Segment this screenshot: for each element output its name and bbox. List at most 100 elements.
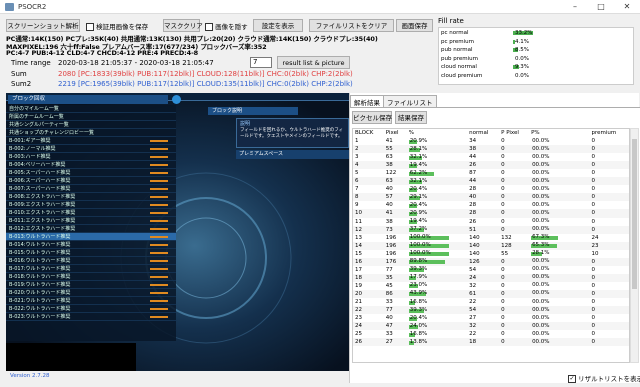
mask-clear-button[interactable]: マスククリア [163,19,203,32]
count-input[interactable]: 7 [250,57,272,68]
results-cell: 32 [467,322,500,331]
results-cell: 00.0% [529,330,589,338]
show-settings-button[interactable]: 設定を表示 [253,19,303,32]
maximize-icon[interactable]: □ [588,0,614,14]
results-row[interactable]: 10 41 20.9% 28 0 00.0% 0 [353,209,629,218]
fill-rate-title: Fill rate [438,17,464,25]
result-save-button[interactable]: 結果保存 [395,111,427,124]
results-row[interactable]: 17 77 39.3% 54 0 00.0% 0 [353,266,629,274]
block-list-item[interactable]: B-023:ウルトラハード推奨 [6,313,176,321]
results-row[interactable]: 1 41 20.9% 34 0 00.0% 0 [353,137,629,145]
block-list-item[interactable]: 共通シングルパーティ一覧 [6,121,176,129]
results-row[interactable]: 25 33 16.8% 22 0 00.0% 0 [353,330,629,338]
block-list-item[interactable]: 自分のマイルーム一覧 [6,105,176,113]
results-row[interactable]: 9 40 20.4% 28 0 00.0% 0 [353,201,629,209]
checkbox-box[interactable] [86,23,94,31]
results-cell: 0 [499,338,530,347]
block-list-item[interactable]: B-008:エクストラハード推奨 [6,193,176,201]
checkbox-box-checked[interactable]: ✓ [568,375,576,383]
percent-value: 37.2% [409,226,428,233]
block-list-item-label: B-015:ウルトラハード推奨 [9,250,71,256]
results-column-header[interactable]: BLOCK [353,129,384,137]
results-column-header[interactable]: premium [589,129,629,137]
results-row[interactable]: 20 86 43.9% 61 0 00.0% 0 [353,289,629,298]
show-result-list-checkbox[interactable]: ✓ リザルトリストを表示 [568,373,640,383]
clear-filelist-button[interactable]: ファイルリストをクリア [309,19,394,32]
block-list-item[interactable]: B-016:ウルトラハード推奨 [6,257,176,265]
results-cell: 54 [469,266,477,273]
results-cell: 00.0% [529,306,590,315]
block-list-item[interactable]: B-015:ウルトラハード推奨 [6,249,176,257]
minimize-icon[interactable]: – [562,0,588,14]
results-row[interactable]: 19 45 23.0% 32 0 00.0% 0 [353,282,629,290]
block-list-item[interactable]: B-021:ウルトラハード推奨 [6,297,176,305]
results-row[interactable]: 7 40 20.4% 28 0 00.0% 0 [353,185,629,193]
results-row[interactable]: 26 27 13.8% 18 0 00.0% 0 [353,338,629,347]
results-cell: 77 [385,266,393,273]
results-row[interactable]: 13 196 100.0% 140 132 67.3% 24 [353,234,629,242]
results-row[interactable]: 12 73 37.2% 51 0 00.0% 0 [353,225,629,234]
block-list-item[interactable]: B-002:ノーマル推奨 [6,145,176,153]
block-list-item[interactable]: B-003:ハード推奨 [6,153,176,161]
block-list-item[interactable]: B-001:ギア一推奨 [6,137,176,145]
results-column-header[interactable]: Pixel [384,129,407,137]
results-cell: 4 [353,161,384,170]
results-column-header[interactable]: % [407,129,467,137]
sum2-label: Sum2 [11,80,32,88]
block-list-item[interactable]: 所属のチームルーム一覧 [6,113,176,121]
fill-rate-name: cloud premium [441,72,483,79]
results-row[interactable]: 11 38 19.4% 26 0 00.0% 0 [353,218,629,226]
results-column-header[interactable]: P Pixel [499,129,529,137]
block-list-item[interactable]: B-011:エクストラハード推奨 [6,217,176,225]
scrollbar-thumb[interactable] [632,139,637,289]
block-list-item[interactable]: B-018:ウルトラハード推奨 [6,273,176,281]
block-list-item[interactable]: B-020:ウルトラハード推奨 [6,289,176,297]
screenshot-analyze-button[interactable]: スクリーンショット解析 [6,19,80,32]
results-row[interactable]: 2 55 28.1% 38 0 00.0% 0 [353,145,629,154]
results-column-header[interactable]: P% [529,129,589,137]
block-list-item[interactable]: B-006:スーパーハード推奨 [6,177,176,185]
results-row[interactable]: 8 57 29.1% 40 0 00.0% 0 [353,193,629,202]
block-list-item[interactable]: B-007:スーパーハード推奨 [6,185,176,193]
block-list-item[interactable]: B-005:スーパーハード推奨 [6,169,176,177]
results-row[interactable]: 16 176 89.8% 126 0 00.0% 0 [353,257,629,266]
results-row[interactable]: 15 196 100.0% 140 55 28.1% 10 [353,250,629,258]
results-row[interactable]: 24 47 24.0% 32 0 00.0% 0 [353,322,629,331]
block-list-item[interactable]: B-017:ウルトラハード推奨 [6,265,176,273]
fill-rate-value: 33.2% [515,30,533,37]
results-row[interactable]: 3 63 32.1% 44 0 00.0% 0 [353,153,629,161]
results-cell: 0 [591,138,595,145]
results-row[interactable]: 5 122 62.2% 87 0 00.0% 0 [353,169,629,177]
percent-value: 62.2% [409,169,428,176]
block-list-item[interactable]: B-022:ウルトラハード推奨 [6,305,176,313]
pixel-save-button[interactable]: ピクセル保存 [352,111,392,124]
results-row[interactable]: 21 33 16.8% 22 0 00.0% 0 [353,298,629,306]
block-list-item[interactable]: B-013:ウルトラハード推奨 [6,233,176,241]
results-row[interactable]: 18 35 17.9% 24 0 00.0% 0 [353,273,629,282]
fill-rate-bar: 0.0% [513,56,573,62]
block-list-item[interactable]: B-019:ウルトラハード推奨 [6,281,176,289]
results-row[interactable]: 22 77 39.3% 54 0 00.0% 0 [353,306,629,315]
save-check-image-checkbox[interactable]: 検証用画像を保存 [86,21,148,31]
hide-image-checkbox[interactable]: 画像を隠す [205,21,248,31]
block-list-item[interactable]: B-012:エクストラハード推奨 [6,225,176,233]
panel-toggle-icon[interactable] [172,95,181,104]
save-screen-button[interactable]: 画面保存 [396,19,433,32]
results-column-header[interactable]: normal [467,129,499,137]
block-list-item[interactable]: B-009:エクストラハード推奨 [6,201,176,209]
close-icon[interactable]: ✕ [614,0,640,14]
block-list-item[interactable]: 共通ショップのチャレンジロビー一覧 [6,129,176,137]
block-list-item[interactable]: B-010:エクストラハード推奨 [6,209,176,217]
results-row[interactable]: 6 63 32.1% 44 0 00.0% 0 [353,177,629,186]
fill-rate-bar: 8.5% [513,47,573,53]
checkbox-box[interactable] [205,23,213,31]
results-cell: 32.1% [407,153,467,161]
result-list-picture-button[interactable]: result list & picture [277,56,350,69]
results-scrollbar[interactable] [630,128,639,363]
block-list-item[interactable]: B-004:ベリーハード推奨 [6,161,176,169]
block-list-item[interactable]: B-014:ウルトラハード推奨 [6,241,176,249]
results-row[interactable]: 23 40 20.4% 27 0 00.0% 0 [353,314,629,322]
fill-rate-row: pc premium 4.1% [439,38,575,47]
results-row[interactable]: 4 38 19.4% 26 0 00.0% 0 [353,161,629,170]
results-row[interactable]: 14 196 100.0% 140 128 65.3% 23 [353,241,629,250]
